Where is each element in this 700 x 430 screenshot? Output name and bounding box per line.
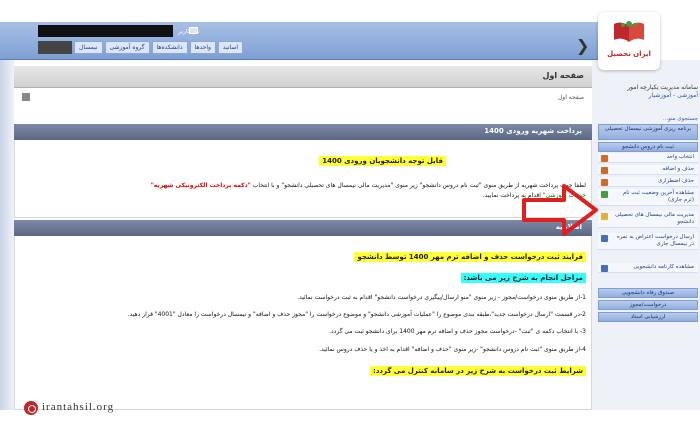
notice-step-4: 4-از طریق منوی "ثبت نام دروس دانشجو" -زی… bbox=[319, 346, 586, 353]
site-url: irantahsil.org bbox=[42, 401, 115, 413]
payment-button-ref: "دکمه پرداخت الکترونیکی شهریه" bbox=[150, 182, 251, 189]
user-row: نام کاربر bbox=[38, 24, 598, 40]
notice-conditions-highlight: شرایط ثبت درخواست به شرح زیر در سامانه ک… bbox=[370, 366, 586, 376]
app-window: نام کاربر اساتید واحدها دانشکده‌ها گروه … bbox=[0, 0, 700, 430]
refresh-icon[interactable] bbox=[22, 93, 30, 101]
finance-icon bbox=[601, 213, 608, 220]
notice-highlight: فرایند ثبت درخواست حذف و اضافه ترم مهر 1… bbox=[354, 252, 586, 262]
top-bar: نام کاربر اساتید واحدها دانشکده‌ها گروه … bbox=[0, 22, 600, 60]
tab-units[interactable]: واحدها bbox=[189, 41, 216, 54]
notice-step-1: 1-از طریق منوی درخواست/مجوز - زیر منوی "… bbox=[297, 294, 586, 301]
menu-header-planning[interactable]: برنامه ریزی آموزشی نیمسال تحصیلی bbox=[598, 124, 698, 140]
left-scroll-strip bbox=[0, 60, 14, 410]
top-nav-tabs: اساتید واحدها دانشکده‌ها گروه آموزشی نیم… bbox=[38, 41, 244, 55]
annotation-arrow-icon bbox=[522, 184, 598, 236]
globe-icon bbox=[24, 401, 38, 415]
payment-highlight: قابل توجه دانشجویان ورودی 1400 bbox=[319, 156, 446, 166]
notice-step-2: 2-در قسمت "ارسال درخواست جدید"،طبقه بندی… bbox=[127, 311, 586, 318]
transcript-icon bbox=[601, 265, 608, 272]
page-header: صفحه اول bbox=[14, 66, 592, 88]
emergency-drop-icon bbox=[601, 179, 608, 186]
menu-item-finance[interactable]: مدیریت مالی نیمسال های تحصیلی دانشجو bbox=[598, 211, 698, 228]
menu-item-transcript[interactable]: مشاهده کارنامه دانشجویی bbox=[598, 263, 698, 273]
section-payment-body bbox=[14, 140, 592, 218]
menu-header-requests[interactable]: درخواست/مجوز bbox=[598, 300, 698, 310]
menu-item-emergency-drop-label: حذف اضطراری bbox=[658, 178, 694, 184]
section-payment-title: پرداخت شهریه ورودی 1400 bbox=[484, 127, 582, 135]
menu-item-add-drop-label: حذف و اضافه bbox=[662, 166, 694, 172]
notice-step-3: 3- با انتخاب دکمه ی "ثبت" -درخواست مجوز … bbox=[329, 328, 586, 335]
tab-professors[interactable]: اساتید bbox=[217, 41, 244, 54]
book-logo-icon bbox=[614, 21, 644, 42]
section-payment-header: پرداخت شهریه ورودی 1400 bbox=[14, 124, 592, 140]
enroll-icon bbox=[601, 155, 608, 162]
menu-item-enroll-label: انتخاب واحد bbox=[666, 154, 694, 160]
notice-steps-intro: مراحل انجام به شرح زیر می باشد: bbox=[460, 273, 586, 283]
objection-icon bbox=[601, 235, 608, 242]
system-name-sub: آموزشی - آموزشیار bbox=[648, 92, 698, 99]
tab-group[interactable]: گروه آموزشی bbox=[104, 41, 150, 54]
page-title: صفحه اول bbox=[542, 71, 584, 80]
menu-item-status-label: مشاهده آخرین وضعیت ثبت نام (ترم جاری) bbox=[622, 190, 694, 203]
brand-logo: ایران تحصیل bbox=[598, 12, 660, 70]
tab-redacted[interactable] bbox=[38, 41, 72, 54]
menu-item-transcript-label: مشاهده کارنامه دانشجویی bbox=[633, 264, 694, 270]
collapse-sidebar-icon[interactable]: ❯ bbox=[576, 36, 589, 55]
system-name-line: سامانه مدیریت یکپارچه امور bbox=[627, 84, 698, 91]
menu-header-welfare[interactable]: صندوق رفاه دانشجویی bbox=[598, 288, 698, 298]
section-notice-body bbox=[14, 236, 592, 410]
breadcrumb[interactable]: صفحه اول bbox=[558, 94, 584, 101]
menu-item-add-drop[interactable]: حذف و اضافه bbox=[598, 165, 698, 175]
menu-item-objection-label: ارسال درخواست اعتراض به نمره در نیمسال ج… bbox=[616, 234, 694, 247]
site-watermark: irantahsil.org bbox=[14, 398, 164, 420]
section-notice-header: اطلاعیه bbox=[14, 220, 592, 236]
status-icon bbox=[601, 191, 608, 198]
menu-header-evaluation[interactable]: ارزشیابی استاد bbox=[598, 312, 698, 322]
menu-item-emergency-drop[interactable]: حذف اضطراری bbox=[598, 177, 698, 187]
tab-faculties[interactable]: دانشکده‌ها bbox=[151, 41, 188, 54]
menu-item-enroll[interactable]: انتخاب واحد bbox=[598, 153, 698, 163]
system-name: سامانه مدیریت یکپارچه امور آموزشی - آموز… bbox=[598, 84, 698, 100]
menu-item-status[interactable]: مشاهده آخرین وضعیت ثبت نام (ترم جاری) bbox=[598, 189, 698, 206]
brand-name: ایران تحصیل bbox=[607, 50, 651, 58]
menu-item-finance-label: مدیریت مالی نیمسال های تحصیلی دانشجو bbox=[615, 212, 694, 225]
tab-semester[interactable]: نیمسال bbox=[74, 41, 103, 54]
menu-search[interactable]: جستجوی منو... bbox=[598, 116, 698, 122]
menu-header-registration[interactable]: ثبت نام دروس دانشجو bbox=[598, 142, 698, 152]
redacted-user-info bbox=[38, 25, 173, 37]
message-icon[interactable] bbox=[189, 27, 198, 34]
menu-item-objection[interactable]: ارسال درخواست اعتراض به نمره در نیمسال ج… bbox=[598, 233, 698, 250]
add-drop-icon bbox=[601, 167, 608, 174]
main-content: صفحه اول صفحه اول پرداخت شهریه ورودی 140… bbox=[14, 60, 592, 410]
